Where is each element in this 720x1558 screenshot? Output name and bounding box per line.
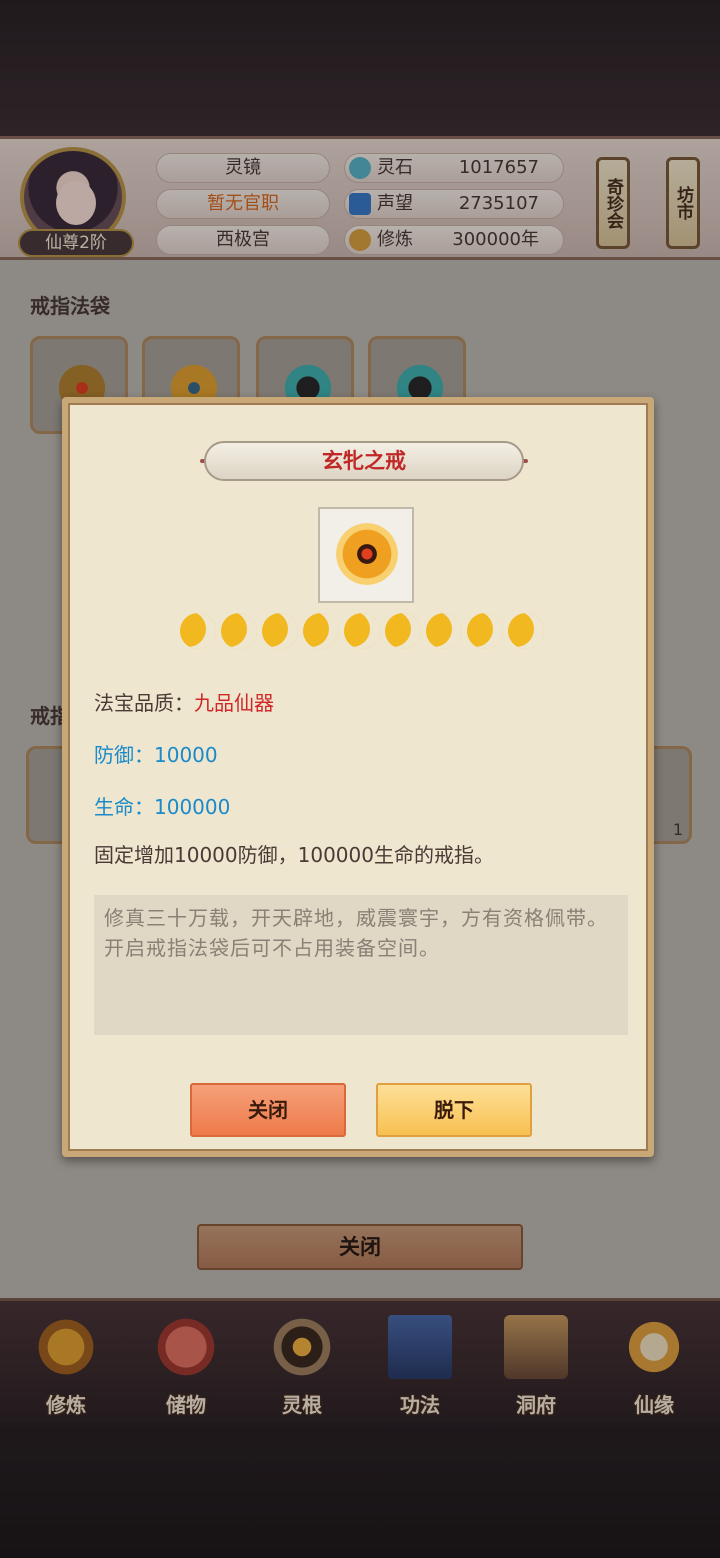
star-rating (180, 613, 550, 653)
defense-row: 防御：10000 (94, 743, 218, 767)
avatar-face-icon (56, 181, 96, 225)
moon-star-icon (303, 613, 339, 649)
item-detail-modal: 玄牝之戒 法宝品质：九品仙器 防御：10000 生命：100000 固定增加10… (62, 397, 654, 1157)
quality-value: 九品仙器 (194, 691, 274, 715)
item-icon-box (318, 507, 414, 603)
panel-close-button[interactable]: 关闭 (197, 1224, 523, 1270)
moon-star-icon (467, 613, 503, 649)
hp-value: 100000 (154, 795, 231, 819)
unequip-button[interactable]: 脱下 (376, 1083, 532, 1137)
item-title: 玄牝之戒 (204, 441, 524, 481)
spirit-root-icon (270, 1315, 334, 1379)
prestige-crystal-icon (349, 193, 371, 215)
official-title[interactable]: 暂无官职 (156, 189, 330, 219)
cave-dwelling-icon (504, 1315, 568, 1379)
resource-prestige: 声望 2735107 (344, 189, 564, 219)
moon-star-icon (508, 613, 544, 649)
count-badge: 1 (672, 820, 683, 839)
market-button[interactable]: 坊市 (666, 157, 700, 249)
nav-fate[interactable]: 仙缘 (604, 1309, 704, 1419)
rank-badge: 仙尊2阶 (18, 229, 134, 257)
nav-storage[interactable]: 储物 (136, 1309, 236, 1419)
nav-cave[interactable]: 洞府 (486, 1309, 586, 1419)
player-header: 仙尊2阶 灵镜 暂无官职 西极宫 灵石 1017657 声望 2735107 修… (0, 136, 720, 260)
moon-star-icon (426, 613, 462, 649)
moon-star-icon (344, 613, 380, 649)
moon-star-icon (180, 613, 216, 649)
nav-spirit-root[interactable]: 灵根 (252, 1309, 352, 1419)
defense-value: 10000 (154, 743, 218, 767)
ring-bag-title: 戒指法袋 (30, 294, 110, 318)
quality-row: 法宝品质：九品仙器 (94, 691, 274, 715)
hp-row: 生命：100000 (94, 795, 231, 819)
spirit-stone-icon (349, 157, 371, 179)
item-description: 固定增加10000防御，100000生命的戒指。 (94, 843, 494, 867)
cultivation-icon (349, 229, 371, 251)
treasure-auction-button[interactable]: 奇珍会 (596, 157, 630, 249)
fate-gourd-icon (622, 1315, 686, 1379)
moon-star-icon (221, 613, 257, 649)
bottom-safe-area (0, 1422, 720, 1558)
nav-cultivate[interactable]: 修炼 (16, 1309, 116, 1419)
bottom-nav: 修炼 储物 灵根 功法 洞府 仙缘 (0, 1298, 720, 1422)
top-safe-area (0, 0, 720, 136)
technique-book-icon (388, 1315, 452, 1379)
palace-name[interactable]: 西极宫 (156, 225, 330, 255)
resource-cultivation: 修炼 300000年 (344, 225, 564, 255)
item-flavor-text: 修真三十万载，开天辟地，威震寰宇，方有资格佩带。开启戒指法袋后可不占用装备空间。 (94, 895, 628, 1035)
modal-close-button[interactable]: 关闭 (190, 1083, 346, 1137)
resource-spirit-stone: 灵石 1017657 (344, 153, 564, 183)
cultivate-icon (34, 1315, 98, 1379)
fire-ring-icon (336, 523, 398, 585)
moon-star-icon (262, 613, 298, 649)
nav-technique[interactable]: 功法 (370, 1309, 470, 1419)
moon-star-icon (385, 613, 421, 649)
storage-bag-icon (154, 1315, 218, 1379)
player-name: 灵镜 (156, 153, 330, 183)
